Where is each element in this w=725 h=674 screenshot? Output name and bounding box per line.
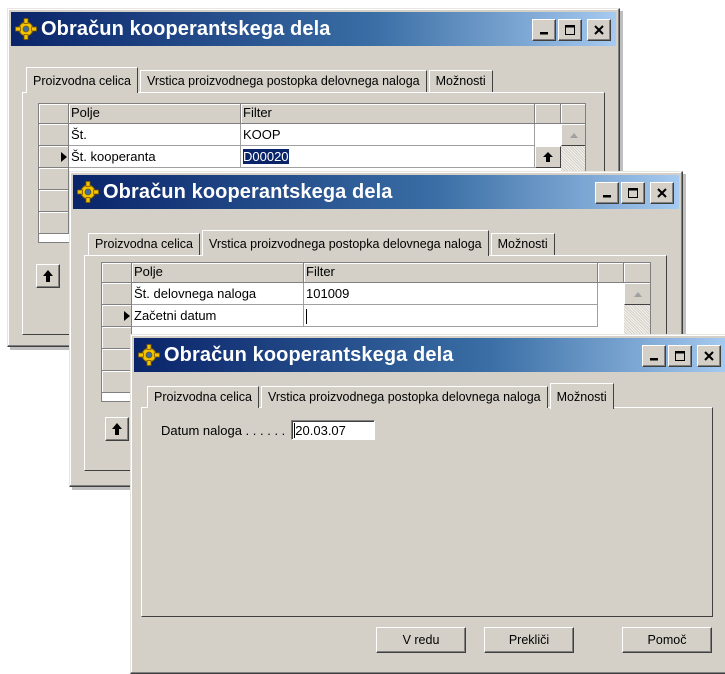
minimize-icon — [603, 195, 611, 198]
row-selector[interactable] — [39, 212, 69, 234]
column-header-extra — [535, 104, 561, 124]
current-row-arrow-icon — [124, 311, 130, 321]
column-header-extra — [598, 263, 624, 283]
close-icon — [594, 25, 604, 35]
close-icon — [657, 188, 667, 198]
date-label: Datum naloga . . . . . . — [161, 422, 286, 438]
grid-cell-filter-editing[interactable] — [304, 305, 598, 327]
selected-filter-text: D00020 — [243, 149, 289, 164]
window-title: Obračun kooperantskega dela — [41, 17, 331, 40]
minimize-button[interactable] — [642, 345, 666, 367]
column-header-scroll — [624, 263, 650, 283]
app-gear-icon — [138, 344, 160, 366]
tab-moznosti[interactable]: Možnosti — [490, 233, 555, 255]
column-header-field[interactable]: Polje — [69, 104, 241, 124]
row-selector[interactable] — [39, 168, 69, 190]
tab-vrstica-postopka[interactable]: Vrstica proizvodnega postopka delovnega … — [201, 230, 489, 256]
minimize-button[interactable] — [595, 182, 619, 204]
current-row-arrow-icon — [61, 152, 67, 162]
tab-moznosti[interactable]: Možnosti — [549, 383, 614, 409]
grid-cell-field: Št. kooperanta — [69, 146, 241, 168]
arrow-up-icon — [543, 152, 553, 162]
row-selector-current[interactable] — [102, 305, 132, 327]
option-row: Datum naloga . . . . . . 20.03.07 — [161, 419, 376, 441]
close-button[interactable] — [650, 182, 674, 204]
scroll-up-button[interactable] — [561, 124, 585, 146]
maximize-button[interactable] — [668, 345, 692, 367]
grid-corner — [102, 263, 132, 283]
ok-button[interactable]: V redu — [376, 627, 466, 653]
lookup-button[interactable] — [535, 146, 561, 168]
dialog-window-front: Obračun kooperantskega dela Proizvodna c… — [130, 334, 725, 674]
maximize-icon — [565, 25, 575, 35]
minimize-button[interactable] — [532, 19, 556, 41]
row-selector[interactable] — [102, 349, 132, 371]
close-button[interactable] — [587, 19, 611, 41]
scroll-up-button[interactable] — [624, 283, 650, 305]
tab-proizvodna-celica[interactable]: Proizvodna celica — [88, 233, 200, 255]
column-header-filter[interactable]: Filter — [304, 263, 598, 283]
close-icon — [704, 351, 714, 361]
app-gear-icon — [15, 18, 37, 40]
maximize-button[interactable] — [558, 19, 582, 41]
row-selector[interactable] — [39, 124, 69, 146]
row-selector[interactable] — [102, 283, 132, 305]
navigate-up-button[interactable] — [105, 417, 129, 441]
row-selector[interactable] — [102, 371, 132, 393]
cancel-button[interactable]: Prekliči — [484, 627, 574, 653]
tab-vrstica-postopka[interactable]: Vrstica proizvodnega postopka delovnega … — [260, 386, 548, 408]
grid-cell-field: Št. delovnega naloga — [132, 283, 304, 305]
title-bar[interactable]: Obračun kooperantskega dela — [11, 12, 616, 46]
tab-moznosti[interactable]: Možnosti — [428, 70, 493, 92]
window-title: Obračun kooperantskega dela — [103, 180, 393, 203]
grid-cell-field: Začetni datum — [132, 305, 304, 327]
grid-cell-field: Št. — [69, 124, 241, 146]
title-bar[interactable]: Obračun kooperantskega dela — [134, 338, 725, 372]
scroll-up-icon — [634, 292, 642, 297]
maximize-button[interactable] — [621, 182, 645, 204]
grid-cell-filter-editing[interactable]: D00020 — [241, 146, 535, 168]
maximize-icon — [675, 351, 685, 361]
row-selector[interactable] — [39, 190, 69, 212]
arrow-up-icon — [43, 270, 53, 282]
grid-cell-filter[interactable]: KOOP — [241, 124, 535, 146]
grid-corner — [39, 104, 69, 124]
row-selector-current[interactable] — [39, 146, 69, 168]
column-header-scroll — [561, 104, 585, 124]
tab-proizvodna-celica[interactable]: Proizvodna celica — [147, 386, 259, 408]
help-button[interactable]: Pomoč — [622, 627, 712, 653]
minimize-icon — [650, 358, 658, 361]
scroll-up-icon — [570, 133, 578, 138]
column-header-field[interactable]: Polje — [132, 263, 304, 283]
arrow-up-icon — [112, 423, 122, 435]
date-input[interactable]: 20.03.07 — [291, 420, 376, 440]
grid-cell-filter[interactable]: 101009 — [304, 283, 598, 305]
text-cursor — [306, 309, 307, 325]
close-button[interactable] — [697, 345, 721, 367]
column-header-filter[interactable]: Filter — [241, 104, 535, 124]
maximize-icon — [628, 188, 638, 198]
row-selector[interactable] — [102, 327, 132, 349]
tab-vrstica-postopka[interactable]: Vrstica proizvodnega postopka delovnega … — [139, 70, 427, 92]
date-value: 20.03.07 — [295, 422, 346, 438]
window-title: Obračun kooperantskega dela — [164, 343, 454, 366]
app-gear-icon — [77, 181, 99, 203]
navigate-up-button[interactable] — [36, 264, 60, 288]
tab-proizvodna-celica[interactable]: Proizvodna celica — [26, 67, 138, 93]
minimize-icon — [540, 32, 548, 35]
title-bar[interactable]: Obračun kooperantskega dela — [73, 175, 679, 209]
